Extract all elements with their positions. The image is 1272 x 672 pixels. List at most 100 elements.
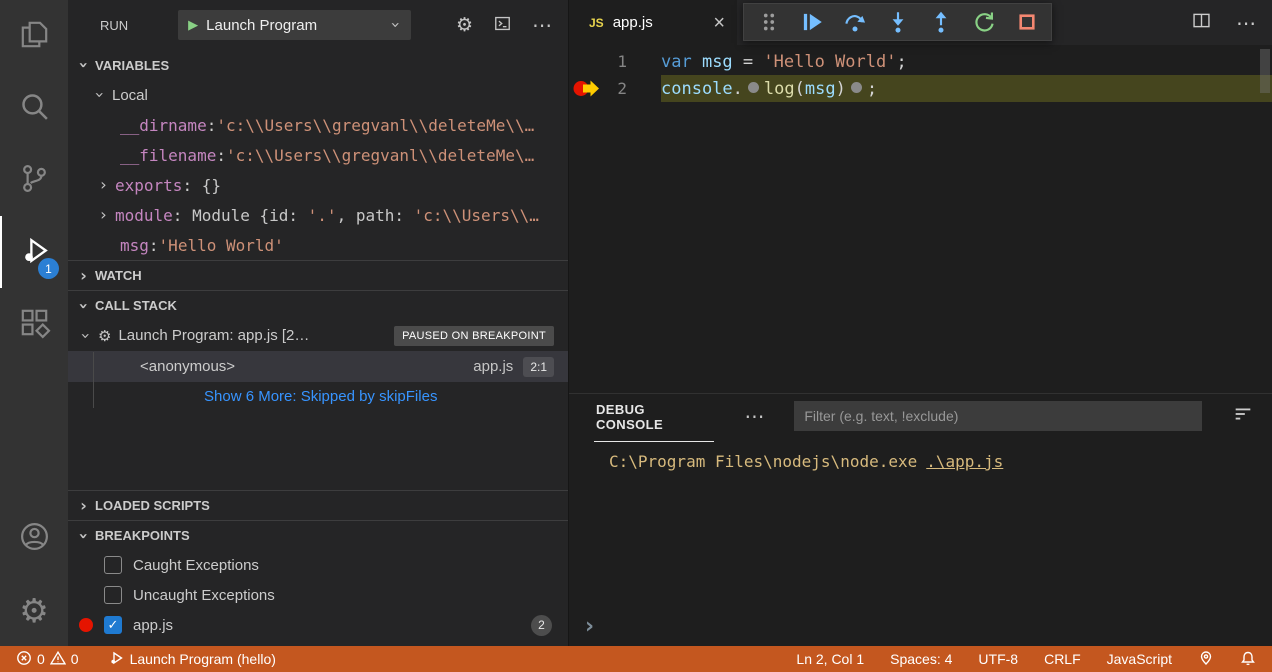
chevron-down-icon: › [388, 20, 404, 31]
run-view-actions: ⚙ ⋯ [456, 13, 552, 37]
status-bar-right: Ln 2, Col 1 Spaces: 4 UTF-8 CRLF JavaScr… [790, 646, 1262, 672]
call-stack-empty-space [68, 410, 568, 490]
debug-count-badge: 1 [38, 258, 59, 279]
problems-status[interactable]: 0 0 [10, 646, 85, 672]
breakpoint-row-uncaught-exceptions[interactable]: Uncaught Exceptions [68, 580, 568, 610]
activity-bar-spacer [0, 360, 68, 502]
breakpoint-row-appjs[interactable]: ✓ app.js 2 [68, 610, 568, 640]
variable-colon: : [216, 146, 226, 165]
token-punctuation: ; [867, 79, 877, 99]
step-over-button[interactable] [833, 4, 876, 40]
console-file-link[interactable]: .\app.js [926, 452, 1003, 471]
watch-header-label: WATCH [95, 268, 142, 283]
step-out-button[interactable] [919, 4, 962, 40]
variable-value: {} [202, 176, 221, 195]
sidebar-item-extensions[interactable] [0, 288, 68, 360]
section-header-variables[interactable]: › VARIABLES [68, 50, 568, 80]
breakpoint-gutter[interactable] [569, 48, 603, 75]
run-view-header: RUN ▶ Launch Program › ⚙ ⋯ [68, 0, 568, 50]
chevron-down-icon: › [92, 90, 108, 101]
cursor-position-status[interactable]: Ln 2, Col 1 [790, 646, 870, 672]
debug-session-status[interactable]: Launch Program (hello) [103, 646, 282, 672]
code-line-2[interactable]: 2 console.log(msg); [569, 75, 1272, 102]
more-actions-icon[interactable]: ⋯ [1236, 11, 1256, 35]
stack-frame-row[interactable]: <anonymous> app.js 2:1 [68, 351, 568, 382]
variable-value-part: , path: [337, 206, 414, 225]
scope-local[interactable]: › Local [68, 80, 568, 110]
launch-config-dropdown[interactable]: ▶ Launch Program › [178, 10, 411, 40]
debug-session-row[interactable]: › ⚙ Launch Program: app.js [2… PAUSED ON… [68, 320, 568, 351]
breakpoints-header-label: BREAKPOINTS [95, 528, 190, 543]
chevron-down-icon: › [76, 60, 92, 71]
filter-lines-icon[interactable] [1232, 403, 1254, 429]
frame-file: app.js [473, 358, 513, 375]
accounts-button[interactable] [0, 502, 68, 574]
section-header-watch[interactable]: › WATCH [68, 260, 568, 290]
variable-dirname[interactable]: __dirname: 'c:\\Users\\gregvanl\\deleteM… [68, 110, 568, 140]
appjs-breakpoint-checkbox[interactable]: ✓ [104, 616, 122, 634]
tab-appjs[interactable]: JS app.js × [569, 0, 737, 45]
variable-colon: : [173, 206, 192, 225]
sidebar-item-run-debug[interactable]: 1 [0, 216, 68, 288]
continue-button[interactable] [790, 4, 833, 40]
panel-more-icon[interactable]: ⋯ [744, 404, 764, 428]
editor-scrollbar[interactable] [1260, 49, 1270, 93]
restart-button[interactable] [962, 4, 1005, 40]
tab-bar: JS app.js × ⋯ [569, 0, 1272, 45]
variable-exports[interactable]: › exports: {} [68, 170, 568, 200]
toolbar-drag-handle[interactable] [747, 4, 790, 40]
section-header-loaded-scripts[interactable]: › LOADED SCRIPTS [68, 490, 568, 520]
code-line-1[interactable]: 1 var msg = 'Hello World'; [569, 48, 1272, 75]
sidebar-item-source-control[interactable] [0, 144, 68, 216]
explorer-icon [18, 18, 51, 55]
debug-console-icon[interactable] [493, 14, 512, 37]
breakpoint-row-caught-exceptions[interactable]: Caught Exceptions [68, 550, 568, 580]
close-icon[interactable]: × [713, 13, 725, 33]
javascript-file-icon: JS [589, 16, 604, 30]
tab-debug-console[interactable]: DEBUG CONSOLE [594, 391, 714, 442]
warning-count: 0 [71, 651, 79, 667]
encoding-status[interactable]: UTF-8 [972, 646, 1024, 672]
inline-breakpoint-dot-icon[interactable] [748, 82, 759, 93]
indentation-status[interactable]: Spaces: 4 [884, 646, 958, 672]
variable-msg[interactable]: msg: 'Hello World' [68, 230, 568, 260]
variable-colon: : [207, 116, 217, 135]
stop-button[interactable] [1005, 4, 1048, 40]
code-editor[interactable]: 1 var msg = 'Hello World'; 2 console.log… [569, 45, 1272, 393]
variable-text: module: Module {id: '.', path: 'c:\\User… [115, 206, 539, 225]
token-variable: console [661, 79, 733, 99]
chevron-right-icon: › [78, 268, 89, 284]
console-prompt-icon[interactable]: › [585, 616, 594, 638]
sidebar-item-explorer[interactable] [0, 0, 68, 72]
variable-value: 'c:\\Users\\gregvanl\\deleteMe\\… [216, 116, 534, 135]
variable-name: __filename [120, 146, 216, 165]
feedback-pin-status[interactable] [1192, 646, 1220, 672]
sidebar-item-search[interactable] [0, 72, 68, 144]
caught-exceptions-checkbox[interactable] [104, 556, 122, 574]
split-editor-icon[interactable] [1191, 10, 1212, 35]
variable-name: msg [120, 236, 149, 255]
tree-indent-guide [93, 352, 94, 408]
step-into-button[interactable] [876, 4, 919, 40]
eol-status[interactable]: CRLF [1038, 646, 1087, 672]
more-actions-icon[interactable]: ⋯ [532, 13, 552, 37]
notifications-status[interactable] [1234, 646, 1262, 672]
variable-module[interactable]: › module: Module {id: '.', path: 'c:\\Us… [68, 200, 568, 230]
language-mode-status[interactable]: JavaScript [1101, 646, 1178, 672]
console-filter-input[interactable] [794, 401, 1202, 431]
settings-button[interactable]: ⚙ [0, 574, 68, 646]
breakpoint-gutter[interactable] [569, 75, 603, 102]
call-stack-header-label: CALL STACK [95, 298, 177, 313]
editor-actions: ⋯ [1191, 0, 1256, 45]
inline-breakpoint-dot-icon[interactable] [851, 82, 862, 93]
configure-gear-icon[interactable]: ⚙ [456, 14, 473, 36]
line-number: 1 [603, 52, 627, 71]
section-header-call-stack[interactable]: › CALL STACK [68, 290, 568, 320]
uncaught-exceptions-checkbox[interactable] [104, 586, 122, 604]
section-header-breakpoints[interactable]: › BREAKPOINTS [68, 520, 568, 550]
code-text: var msg = 'Hello World'; [661, 52, 907, 72]
vscode-window: 1 ⚙ RUN ▶ Launch Program › ⚙ [0, 0, 1272, 672]
variable-colon: : [182, 176, 201, 195]
show-more-frames-link[interactable]: Show 6 More: Skipped by skipFiles [68, 382, 568, 410]
variable-filename[interactable]: __filename: 'c:\\Users\\gregvanl\\delete… [68, 140, 568, 170]
